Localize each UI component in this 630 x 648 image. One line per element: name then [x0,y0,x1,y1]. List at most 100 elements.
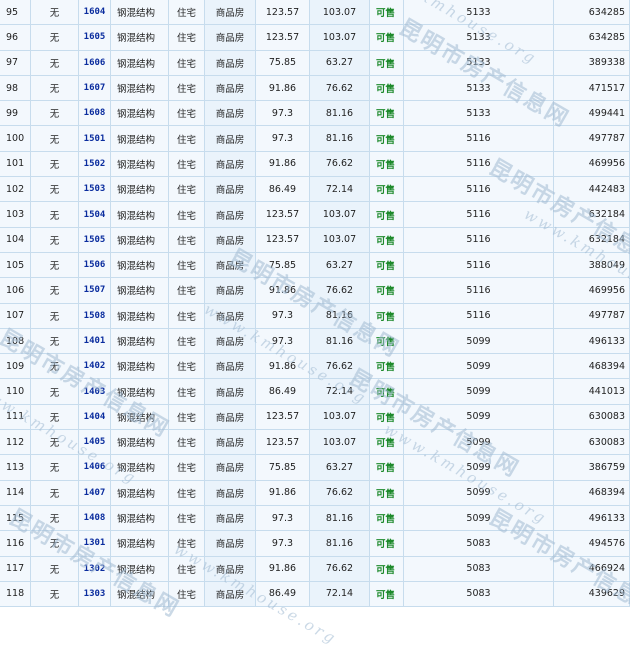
seq-cell-text: 98 [6,82,19,94]
room-number-link[interactable]: 1607 [79,75,111,101]
room-number-link-text[interactable]: 1503 [84,184,106,194]
room-number-link[interactable]: 1502 [79,151,111,177]
inner-area-cell: 72.14 [310,581,370,607]
build-area-cell: 75.85 [256,50,310,75]
total-price-cell-text: 630083 [588,436,625,448]
room-number-link[interactable]: 1408 [79,505,111,531]
room-number-link[interactable]: 1302 [79,556,111,581]
table-row: 116 无 1301 钢混结构 住宅 商品房 97.3 81.16 可售 5083 494576 [0,531,630,557]
room-number-link-text[interactable]: 1301 [84,538,106,548]
usage-cell: 住宅 [169,50,205,75]
room-number-link[interactable]: 1406 [79,455,111,480]
unit-price-cell-text: 5083 [466,537,491,549]
room-number-link-text[interactable]: 1508 [84,311,106,321]
seq-cell: 114 [0,480,31,505]
room-number-link[interactable]: 1604 [79,0,111,25]
room-number-link-text[interactable]: 1608 [84,108,106,118]
inner-area-cell-text: 72.14 [325,386,354,398]
mark-cell-text: 无 [49,109,60,121]
room-number-link-text[interactable]: 1401 [84,336,106,346]
mark-cell-text: 无 [49,488,60,500]
room-number-link[interactable]: 1503 [79,177,111,202]
mark-cell: 无 [31,430,79,455]
room-number-link[interactable]: 1405 [79,430,111,455]
room-number-link-text[interactable]: 1505 [84,235,106,245]
usage-cell-text: 住宅 [176,514,196,526]
total-price-cell-text: 389338 [588,57,625,69]
room-number-link[interactable]: 1507 [79,278,111,303]
room-number-link-text[interactable]: 1501 [84,134,106,144]
house-type-cell: 商品房 [205,278,256,303]
mark-cell-text: 无 [49,185,60,197]
mark-cell: 无 [31,556,79,581]
room-number-link-text[interactable]: 1407 [84,488,106,498]
inner-area-cell-text: 76.62 [325,563,354,575]
room-number-link-text[interactable]: 1408 [84,513,106,523]
room-number-link-text[interactable]: 1502 [84,159,106,169]
room-number-link-text[interactable]: 1302 [84,564,106,574]
room-number-link[interactable]: 1303 [79,581,111,607]
table-row: 95 无 1604 钢混结构 住宅 商品房 123.57 103.07 可售 5133 634285 [0,0,630,26]
total-price-cell-text: 468394 [588,487,625,499]
status-cell-text: 可售 [376,261,396,273]
unit-price-cell-text: 5099 [466,512,491,524]
seq-cell-text: 97 [6,57,19,69]
room-number-link-text[interactable]: 1402 [84,361,106,371]
room-number-link[interactable]: 1404 [79,404,111,430]
room-number-link[interactable]: 1301 [79,531,111,556]
structure-cell: 钢混结构 [111,75,169,101]
build-area-cell-text: 123.57 [265,234,300,246]
room-number-link[interactable]: 1504 [79,202,111,227]
room-number-link[interactable]: 1606 [79,50,111,75]
room-number-link[interactable]: 1501 [79,126,111,151]
build-area-cell: 91.86 [256,278,310,303]
room-number-link-text[interactable]: 1507 [84,285,106,295]
room-number-link-text[interactable]: 1403 [84,387,106,397]
house-type-cell-text: 商品房 [215,235,245,247]
room-number-link[interactable]: 1506 [79,252,111,278]
room-number-link[interactable]: 1505 [79,227,111,252]
room-number-link[interactable]: 1605 [79,25,111,50]
mark-cell: 无 [31,177,79,202]
seq-cell: 102 [0,177,31,202]
seq-cell-text: 107 [6,310,25,322]
build-area-cell: 123.57 [256,404,310,430]
room-number-link[interactable]: 1401 [79,328,111,354]
status-cell: 可售 [370,25,404,50]
room-number-link-text[interactable]: 1604 [84,7,106,17]
mark-cell-text: 无 [49,159,60,171]
status-cell-text: 可售 [376,387,396,399]
room-number-link[interactable]: 1402 [79,354,111,379]
seq-cell-text: 109 [6,360,25,372]
total-price-cell: 439629 [554,581,630,607]
room-number-link-text[interactable]: 1406 [84,462,106,472]
room-number-link[interactable]: 1403 [79,379,111,404]
room-number-link-text[interactable]: 1605 [84,32,106,42]
seq-cell: 104 [0,227,31,252]
room-number-link-text[interactable]: 1303 [84,589,106,599]
house-type-cell-text: 商品房 [215,185,245,197]
seq-cell: 101 [0,151,31,177]
seq-cell-text: 105 [6,259,25,271]
usage-cell: 住宅 [169,505,205,531]
room-number-link[interactable]: 1508 [79,303,111,328]
unit-price-cell-text: 5116 [466,133,491,145]
room-number-link-text[interactable]: 1404 [84,412,106,422]
room-number-link-text[interactable]: 1504 [84,210,106,220]
seq-cell-text: 110 [6,386,25,398]
status-cell: 可售 [370,581,404,607]
seq-cell-text: 100 [6,133,25,145]
seq-cell-text: 104 [6,234,25,246]
unit-price-cell-text: 5099 [466,335,491,347]
usage-cell: 住宅 [169,101,205,126]
total-price-cell: 441013 [554,379,630,404]
room-number-link[interactable]: 1407 [79,480,111,505]
room-number-link-text[interactable]: 1607 [84,83,106,93]
room-number-link-text[interactable]: 1405 [84,437,106,447]
usage-cell: 住宅 [169,25,205,50]
room-number-link-text[interactable]: 1606 [84,58,106,68]
status-cell-text: 可售 [376,589,396,601]
room-number-link[interactable]: 1608 [79,101,111,126]
unit-price-cell: 5133 [404,25,554,50]
room-number-link-text[interactable]: 1506 [84,260,106,270]
